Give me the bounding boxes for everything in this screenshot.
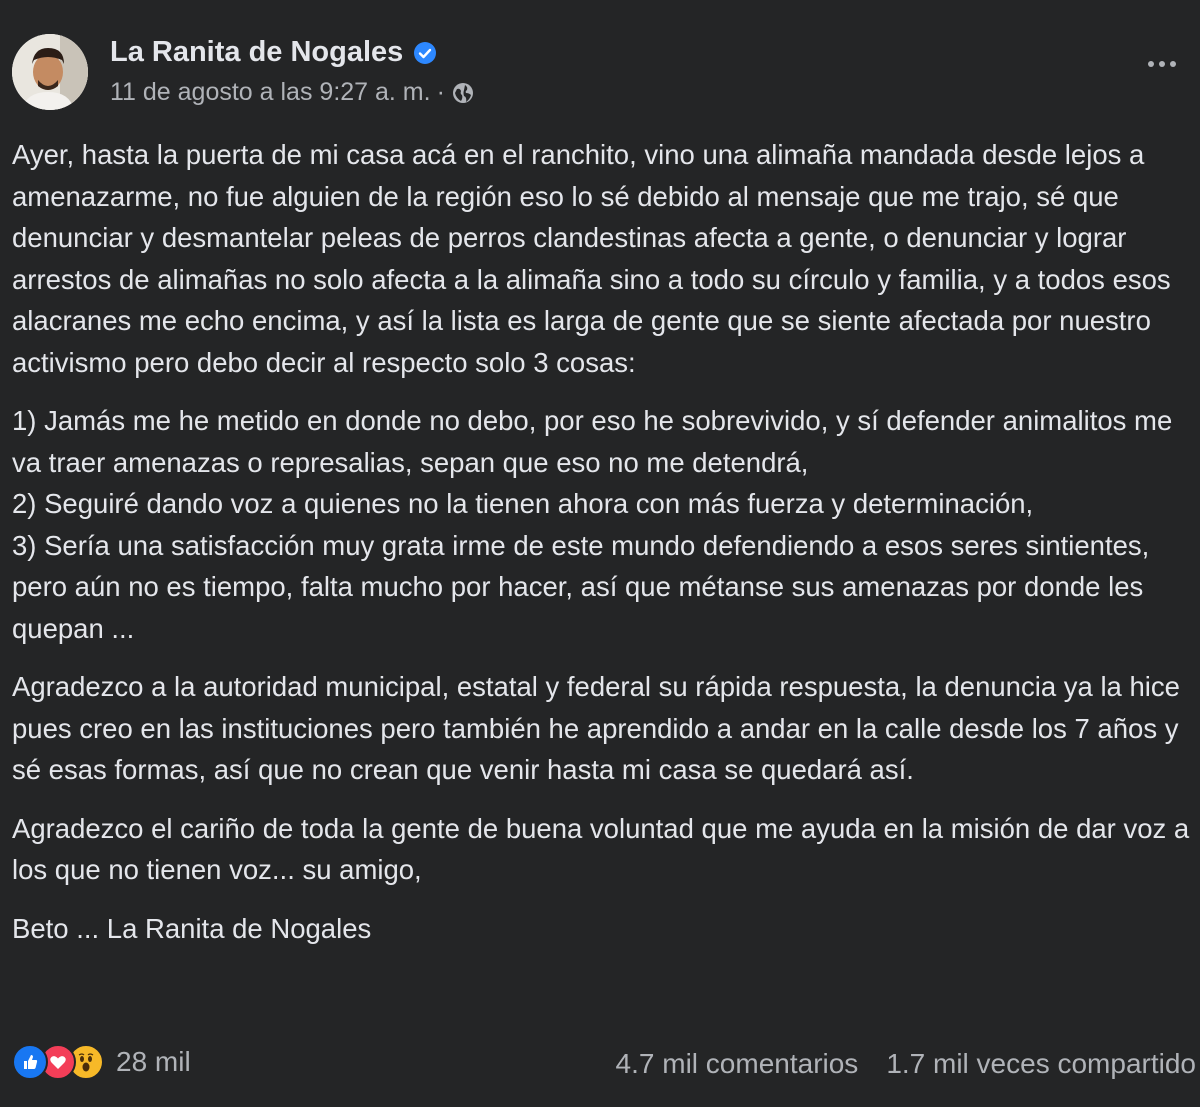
- post-meta: 11 de agosto a las 9:27 a. m. ·: [110, 78, 475, 107]
- author-row: La Ranita de Nogales: [110, 36, 437, 69]
- post-signature: Beto ... La Ranita de Nogales: [12, 912, 372, 944]
- reaction-count[interactable]: 28 mil: [116, 1046, 191, 1078]
- comments-count[interactable]: 4.7 mil comentarios: [616, 1048, 859, 1080]
- facebook-post: La Ranita de Nogales 11 de agosto a las …: [0, 0, 1200, 1107]
- engagement-stats: 4.7 mil comentarios 1.7 mil veces compar…: [616, 1048, 1196, 1080]
- reactions-summary[interactable]: 28 mil: [12, 1044, 191, 1080]
- dot-icon: [1170, 61, 1176, 67]
- post-paragraph: Agradezco a la autoridad municipal, esta…: [12, 671, 1180, 785]
- post-list-item: 3) Sería una satisfacción muy grata irme…: [12, 529, 1150, 644]
- post-footer: 28 mil 4.7 mil comentarios 1.7 mil veces…: [12, 1040, 1196, 1090]
- post-timestamp[interactable]: 11 de agosto a las 9:27 a. m.: [110, 78, 431, 107]
- post-header: La Ranita de Nogales 11 de agosto a las …: [12, 30, 1188, 110]
- dot-icon: [1148, 61, 1154, 67]
- post-list-item: 1) Jamás me he metido en donde no debo, …: [12, 405, 1173, 478]
- post-body: Ayer, hasta la puerta de mi casa acá en …: [12, 134, 1192, 966]
- meta-separator: ·: [436, 78, 445, 106]
- more-options-button[interactable]: [1140, 52, 1184, 76]
- author-avatar[interactable]: [12, 34, 88, 110]
- verified-badge-icon: [413, 41, 437, 65]
- post-paragraph: Agradezco el cariño de toda la gente de …: [12, 812, 1190, 886]
- like-icon: [12, 1044, 48, 1080]
- globe-icon[interactable]: [451, 81, 475, 105]
- author-name[interactable]: La Ranita de Nogales: [110, 36, 403, 69]
- post-paragraph: Ayer, hasta la puerta de mi casa acá en …: [12, 139, 1171, 378]
- dot-icon: [1159, 61, 1165, 67]
- post-list-item: 2) Seguiré dando voz a quienes no la tie…: [12, 488, 1034, 519]
- shares-count[interactable]: 1.7 mil veces compartido: [886, 1048, 1196, 1080]
